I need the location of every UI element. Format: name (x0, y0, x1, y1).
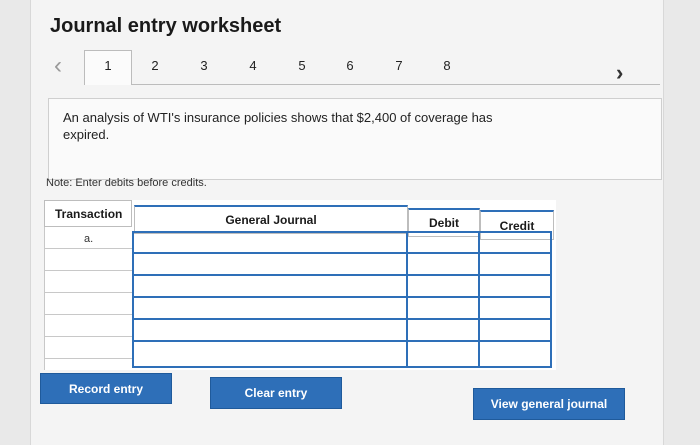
account-input[interactable] (136, 322, 404, 339)
account-input[interactable] (136, 344, 404, 364)
tab-6[interactable]: 6 (340, 58, 360, 73)
row-line (132, 366, 552, 368)
row-line (132, 274, 552, 276)
question-text: An analysis of WTI's insurance policies … (63, 110, 493, 142)
account-input[interactable] (136, 278, 404, 295)
account-input[interactable] (136, 256, 404, 273)
grid-line (44, 292, 132, 293)
note-text: Note: Enter debits before credits. (46, 177, 207, 189)
credit-input[interactable] (482, 322, 548, 339)
credit-input[interactable] (482, 256, 548, 273)
account-input[interactable] (136, 234, 404, 251)
col-line (132, 231, 134, 368)
credit-input[interactable] (482, 234, 548, 251)
debit-input[interactable] (410, 234, 476, 251)
clear-entry-button[interactable]: Clear entry (210, 377, 342, 409)
row-line (132, 252, 552, 254)
grid-line (44, 314, 132, 315)
col-line (478, 231, 480, 368)
credit-input[interactable] (482, 344, 548, 364)
record-entry-button[interactable]: Record entry (40, 373, 172, 404)
transaction-label-a: a. (84, 233, 94, 245)
grid-line (44, 248, 132, 249)
tab-2[interactable]: 2 (145, 58, 165, 73)
debit-input[interactable] (410, 278, 476, 295)
debit-input[interactable] (410, 322, 476, 339)
account-input[interactable] (136, 300, 404, 317)
tabs-divider (84, 84, 660, 85)
debit-input[interactable] (410, 344, 476, 364)
chevron-left-icon[interactable]: ‹ (54, 52, 62, 80)
page-title: Journal entry worksheet (50, 15, 282, 37)
grid-line (44, 270, 132, 271)
row-line (132, 296, 552, 298)
tab-1[interactable]: 1 (84, 50, 132, 85)
tab-8[interactable]: 8 (437, 58, 457, 73)
question-box: An analysis of WTI's insurance policies … (48, 98, 662, 180)
tab-4[interactable]: 4 (243, 58, 263, 73)
grid-line (44, 358, 132, 359)
debit-input[interactable] (410, 300, 476, 317)
tab-3[interactable]: 3 (194, 58, 214, 73)
tab-7[interactable]: 7 (389, 58, 409, 73)
col-line (550, 231, 552, 368)
journal-table: Transaction General Journal Debit Credit… (44, 200, 556, 370)
credit-input[interactable] (482, 300, 548, 317)
credit-input[interactable] (482, 278, 548, 295)
tab-5[interactable]: 5 (292, 58, 312, 73)
col-line (406, 231, 408, 368)
header-transaction: Transaction (44, 200, 132, 227)
debit-input[interactable] (410, 256, 476, 273)
grid-line (44, 336, 132, 337)
header-general-journal: General Journal (134, 205, 408, 234)
row-line (132, 318, 552, 320)
row-line (132, 340, 552, 342)
view-general-journal-button[interactable]: View general journal (473, 388, 625, 420)
chevron-right-icon[interactable]: › (616, 60, 623, 86)
row-line (132, 231, 552, 233)
